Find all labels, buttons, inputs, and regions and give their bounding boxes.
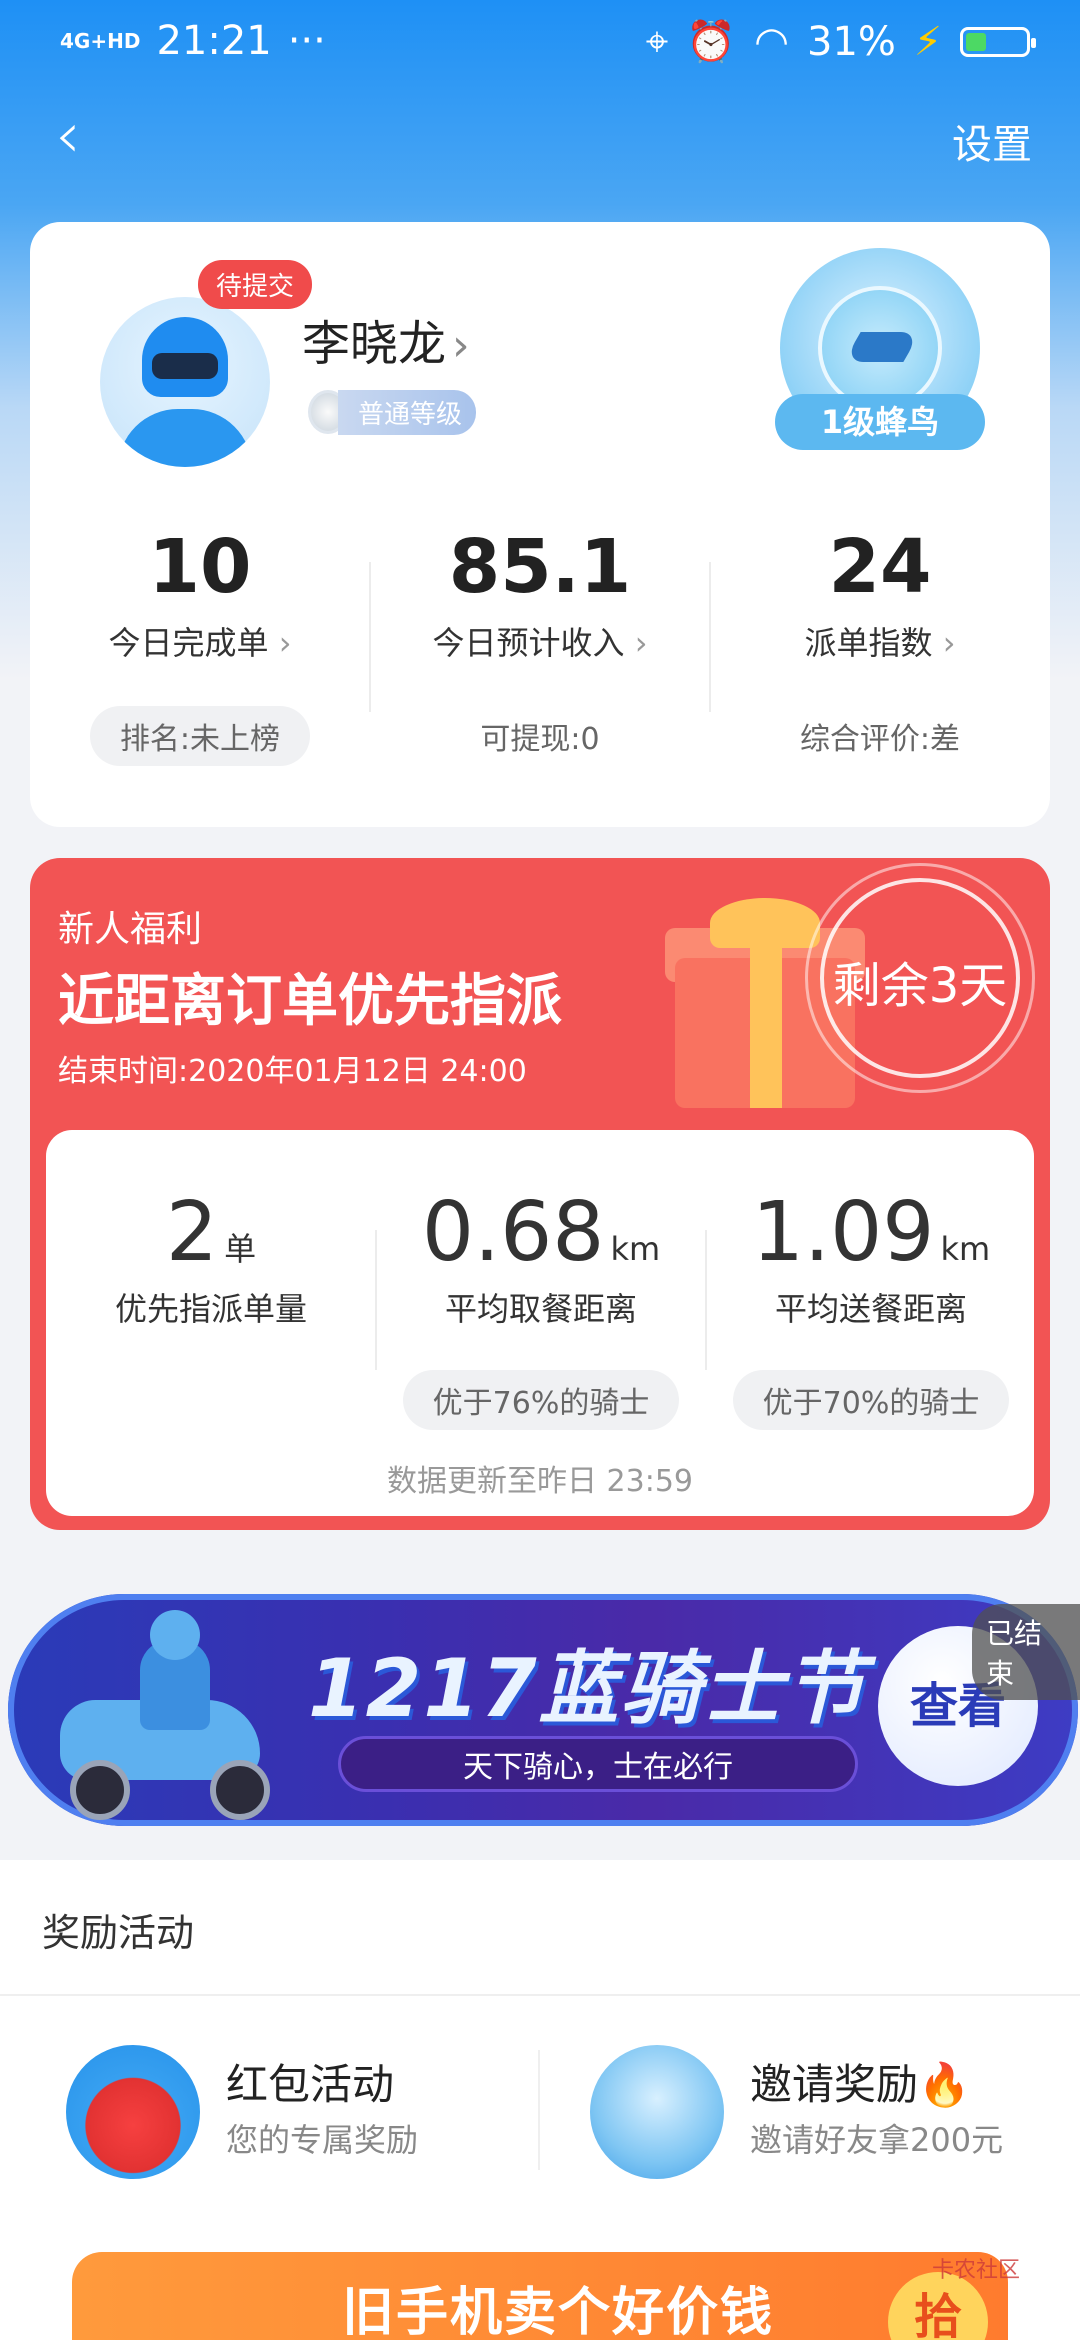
newcomer-benefit-card[interactable]: 新人福利 近距离订单优先指派 结束时间:2020年01月12日 24:00 剩余… (30, 858, 1050, 1530)
metric-unit: km (610, 1230, 661, 1268)
metric-priority-orders: 2单 优先指派单量 (46, 1188, 376, 1330)
avatar[interactable] (100, 297, 270, 467)
settings-link[interactable]: 设置 (952, 112, 1032, 170)
benefit-end-time: 结束时间:2020年01月12日 24:00 (58, 1054, 527, 1089)
data-update-note: 数据更新至昨日 23:59 (387, 1464, 693, 1499)
chevron-right-icon: › (634, 624, 648, 662)
wifi-icon: ◠ (754, 18, 789, 65)
scooter-rider-illustration (20, 1610, 270, 1820)
level-label: 普通等级 (338, 389, 477, 435)
chevron-right-icon: › (278, 624, 292, 662)
invite-reward[interactable]: 邀请奖励🔥 邀请好友拿200元 (590, 2045, 1080, 2185)
stat-label: 派单指数 (804, 624, 933, 662)
divider (0, 1994, 1080, 1996)
stat-label: 今日完成单 (108, 624, 269, 662)
stat-value: 85.1 (448, 524, 632, 610)
network-indicator: 4G+HD (60, 29, 141, 53)
hummingbird-level-badge[interactable]: 1级蜂鸟 (775, 248, 985, 450)
status-bar: 4G+HD 21:21 ··· ⌖ ⏰ ◠ 31% ⚡ (0, 0, 1080, 86)
reward-desc: 您的专属奖励 (226, 2121, 419, 2159)
metric-label: 平均送餐距离 (774, 1290, 967, 1328)
rider-avatar-icon (590, 2045, 724, 2179)
benefit-tag: 新人福利 (58, 909, 203, 950)
alarm-icon: ⏰ (686, 19, 737, 65)
status-more-icon: ··· (287, 18, 326, 64)
metric-unit: km (940, 1230, 991, 1268)
metric-delivery-distance: 1.09 km 平均送餐距离 优于70%的骑士 (706, 1188, 1036, 1430)
days-remaining: 剩余3天 (832, 958, 1008, 1014)
profile-card: 待提交 李晓龙 › 普通等级 1级蜂鸟 10 今日完成单 › 排名:未上榜 85.… (30, 222, 1050, 827)
chevron-right-icon: › (452, 320, 470, 371)
percentile-pill: 优于70%的骑士 (732, 1370, 1010, 1430)
stat-label: 今日预计收入 (432, 624, 625, 662)
rating-text: 综合评价:差 (799, 722, 961, 757)
reward-name: 邀请奖励 (750, 2060, 919, 2109)
benefit-title: 近距离订单优先指派 (58, 969, 562, 1034)
hummingbird-icon (843, 332, 921, 362)
metric-unit: 单 (224, 1230, 257, 1268)
metric-value: 2 (165, 1185, 219, 1280)
stat-dispatch-index[interactable]: 24 派单指数 › 综合评价:差 (710, 522, 1050, 766)
banner-subtitle: 天下骑心，士在必行 (463, 1750, 733, 1785)
promo-text: 旧手机卖个好价钱 (342, 2283, 775, 2340)
back-chevron-icon[interactable]: ‹ (55, 104, 81, 168)
charging-icon: ⚡ (913, 18, 942, 65)
metric-pickup-distance: 0.68 km 平均取餐距离 优于76%的骑士 (376, 1188, 706, 1430)
location-icon: ⌖ (645, 18, 669, 65)
red-envelope-activity[interactable]: 红包活动 您的专属奖励 (66, 2045, 566, 2185)
fire-icon: 🔥 (918, 2060, 971, 2109)
stat-completed[interactable]: 10 今日完成单 › 排名:未上榜 (30, 522, 370, 766)
metric-label: 平均取餐距离 (444, 1290, 637, 1328)
section-title: 奖励活动 (42, 1911, 195, 1955)
reward-name: 红包活动 (226, 2060, 395, 2109)
metric-label: 优先指派单量 (114, 1290, 307, 1328)
rider-name-text: 李晓龙 (302, 316, 447, 372)
battery-icon (960, 26, 1036, 57)
pending-badge: 待提交 (198, 260, 313, 309)
metric-value: 0.68 (421, 1185, 605, 1280)
stat-income[interactable]: 85.1 今日预计收入 › 可提现:0 (370, 522, 710, 766)
stat-value: 24 (828, 524, 932, 610)
watermark: 卡农社区 (931, 2258, 1020, 2283)
battery-percent: 31% (807, 18, 896, 65)
rank-pill: 排名:未上榜 (89, 706, 311, 766)
recycle-phone-banner[interactable]: 旧手机卖个好价钱 拾 (72, 2252, 1008, 2340)
banner-title: 1217蓝骑士节 (308, 1642, 867, 1735)
ended-badge: 已结束 (972, 1604, 1080, 1700)
reward-desc: 邀请好友拿200元 (750, 2121, 1004, 2159)
chevron-right-icon: › (942, 624, 956, 662)
metric-value: 1.09 (751, 1185, 935, 1280)
rider-name[interactable]: 李晓龙 › (302, 304, 470, 374)
daily-stats: 10 今日完成单 › 排名:未上榜 85.1 今日预计收入 › 可提现:0 24… (30, 522, 1050, 782)
divider (538, 2050, 540, 2170)
level-badge[interactable]: 普通等级 (308, 389, 477, 435)
nav-bar: ‹ 设置 (0, 96, 1080, 176)
hummingbird-level-label: 1级蜂鸟 (775, 394, 985, 450)
withdrawable-text: 可提现:0 (480, 722, 600, 757)
stat-value: 10 (148, 524, 252, 610)
red-envelope-icon (66, 2045, 200, 2179)
benefit-metrics: 2单 优先指派单量 0.68 km 平均取餐距离 优于76%的骑士 1.09 km … (46, 1130, 1034, 1516)
percentile-pill: 优于76%的骑士 (402, 1370, 680, 1430)
status-time: 21:21 (156, 18, 272, 64)
